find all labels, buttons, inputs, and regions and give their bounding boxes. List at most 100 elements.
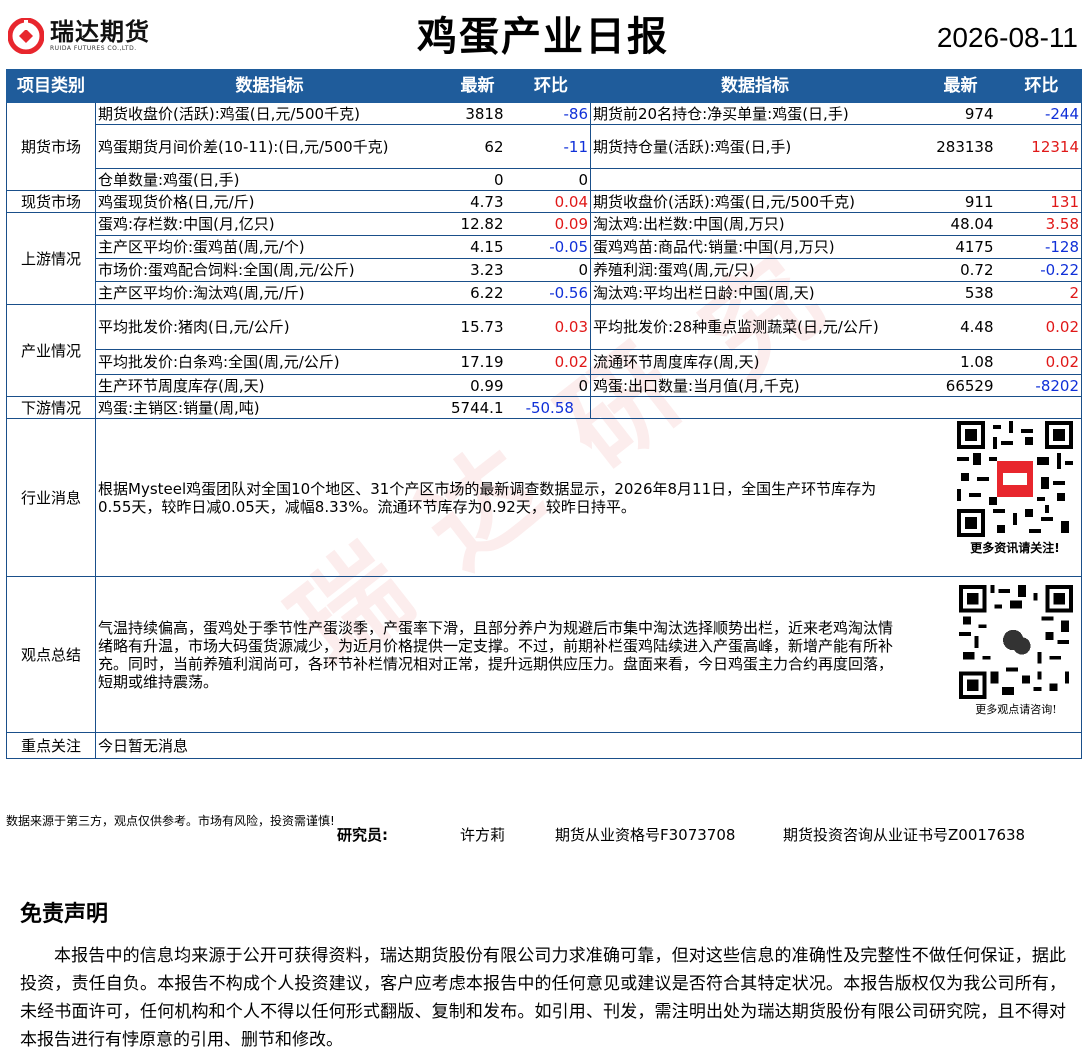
col-header-category: 项目类别 [6,69,96,103]
table-row: 市场价:蛋鸡配合饲料:全国(周,元/公斤) 3.23 0 养殖利润:蛋鸡(周,元… [7,258,1082,282]
indicator-label: 市场价:蛋鸡配合饲料:全国(周,元/公斤) [95,258,444,282]
indicator-label: 蛋鸡鸡苗:商品代:销量:中国(月,万只) [590,235,920,259]
data-table: 项目类别 数据指标 最新 环比 数据指标 最新 环比 期货市场 期货收盘价(活跃… [6,69,1082,759]
disclaimer-body: 本报告中的信息均来源于公开可获得资料，瑞达期货股份有限公司力求准确可靠，但对这些… [20,946,1066,1050]
indicator-label: 淘汰鸡:出栏数:中国(周,万只) [590,212,920,236]
table-row: 仓单数量:鸡蛋(日,手) 0 0 [7,168,1082,191]
change-value: 0.02 [1001,304,1082,350]
researcher-label: 研究员: [337,826,388,844]
indicator-label: 生产环节周度库存(周,天) [95,374,444,397]
table-row: 期货市场 期货收盘价(活跃):鸡蛋(日,元/500千克) 3818 -86 期货… [6,102,1082,191]
indicator-label: 淘汰鸡:平均出栏日龄:中国(周,天) [590,281,920,305]
indicator-label: 期货收盘价(活跃):鸡蛋(日,元/500千克) [95,102,444,125]
news-qr-caption: 更多资讯请关注! [970,541,1060,555]
latest-value [919,168,1002,191]
table-row: 主产区平均价:蛋鸡苗(周,元/个) 4.15 -0.05 蛋鸡鸡苗:商品代:销量… [7,235,1082,259]
col-header-change: 环比 [1001,69,1082,103]
indicator-label: 平均批发价:白条鸡:全国(周,元/公斤) [95,349,444,375]
change-value: -86 [511,102,591,125]
latest-value: 6.22 [443,281,512,305]
indicator-label: 鸡蛋现货价格(日,元/斤) [95,190,444,213]
category-focus: 重点关注 [6,732,96,759]
latest-value: 17.19 [443,349,512,375]
change-value: -50.58 [511,396,591,419]
category-downstream: 下游情况 [6,396,96,419]
latest-value: 0.72 [919,258,1002,282]
change-value: 0.04 [511,190,591,213]
col-header-indicator: 数据指标 [95,69,444,103]
latest-value: 0.99 [443,374,512,397]
latest-value: 3.23 [443,258,512,282]
col-header-indicator: 数据指标 [590,69,920,103]
change-value: 0 [511,258,591,282]
indicator-label: 养殖利润:蛋鸡(周,元/只) [590,258,920,282]
indicator-label [590,168,920,191]
change-value: 0 [511,168,591,191]
indicator-label: 流通环节周度库存(周,天) [590,349,920,375]
indicator-label: 鸡蛋期货月间价差(10-11):(日,元/500千克) [95,124,444,169]
table-row: 上游情况 蛋鸡:存栏数:中国(月,亿只) 12.82 0.09 淘汰鸡:出栏数:… [6,212,1082,305]
change-value [1001,396,1082,419]
latest-value: 1.08 [919,349,1002,375]
table-row: 鸡蛋期货月间价差(10-11):(日,元/500千克) 62 -11 期货持仓量… [7,124,1082,169]
table-header-row: 项目类别 数据指标 最新 环比 数据指标 最新 环比 [6,69,1082,103]
change-value: 0.02 [511,349,591,375]
report-title: 鸡蛋产业日报 [417,14,669,60]
category-view: 观点总结 [6,576,96,733]
latest-value: 911 [919,190,1002,213]
view-qr-caption: 更多观点请咨询! [975,703,1057,716]
change-value: -244 [1001,102,1082,125]
view-text: 气温持续偏高，蛋鸡处于季节性产蛋淡季，产蛋率下滑，且部分养户为规避后市集中淘汰选… [98,618,894,691]
latest-value: 3818 [443,102,512,125]
indicator-label: 仓单数量:鸡蛋(日,手) [95,168,444,191]
news-cell: 根据Mysteel鸡蛋团队对全国10个地区、31个产区市场的最新调查数据显示，2… [95,418,1082,577]
latest-value: 62 [443,124,512,169]
table-row: 生产环节周度库存(周,天) 0.99 0 鸡蛋:出口数量:当月值(月,千克) 6… [7,374,1082,397]
change-value: 3.58 [1001,212,1082,236]
latest-value: 12.82 [443,212,512,236]
view-cell: 气温持续偏高，蛋鸡处于季节性产蛋淡季，产蛋率下滑，且部分养户为规避后市集中淘汰选… [95,576,1082,733]
focus-row: 重点关注 今日暂无消息 [6,732,1082,759]
latest-value: 15.73 [443,304,512,350]
col-header-change: 环比 [511,69,591,103]
table-row: 产业情况 平均批发价:猪肉(日,元/公斤) 15.73 0.03 平均批发价:2… [6,304,1082,397]
indicator-label: 期货持仓量(活跃):鸡蛋(日,手) [590,124,920,169]
indicator-label: 鸡蛋:主销区:销量(周,吨) [95,396,444,419]
table-row: 平均批发价:白条鸡:全国(周,元/公斤) 17.19 0.02 流通环节周度库存… [7,349,1082,375]
indicator-label: 主产区平均价:淘汰鸡(周,元/斤) [95,281,444,305]
view-row: 观点总结 气温持续偏高，蛋鸡处于季节性产蛋淡季，产蛋率下滑，且部分养户为规避后市… [6,576,1082,733]
indicator-label: 蛋鸡:存栏数:中国(月,亿只) [95,212,444,236]
change-value: 0.09 [511,212,591,236]
latest-value: 4.73 [443,190,512,213]
change-value: -128 [1001,235,1082,259]
indicator-label: 主产区平均价:蛋鸡苗(周,元/个) [95,235,444,259]
change-value: -0.05 [511,235,591,259]
latest-value: 48.04 [919,212,1002,236]
news-qr-block: 更多资讯请关注! [957,421,1073,557]
qr-code-icon [959,585,1073,699]
category-futures: 期货市场 [6,102,96,191]
latest-value: 4.15 [443,235,512,259]
category-news: 行业消息 [6,418,96,577]
view-qr-block: 更多观点请咨询! [959,585,1073,719]
qr-code-icon [957,421,1073,537]
news-text: 根据Mysteel鸡蛋团队对全国10个地区、31个产区市场的最新调查数据显示，2… [98,479,877,516]
report-date: 2026-08-11 [936,22,1078,53]
change-value: 0.02 [1001,349,1082,375]
news-row: 行业消息 根据Mysteel鸡蛋团队对全国10个地区、31个产区市场的最新调查数… [6,418,1082,577]
latest-value: 283138 [919,124,1002,169]
table-row: 主产区平均价:淘汰鸡(周,元/斤) 6.22 -0.56 淘汰鸡:平均出栏日龄:… [7,281,1082,305]
change-value: -0.56 [511,281,591,305]
indicator-label: 鸡蛋:出口数量:当月值(月,千克) [590,374,920,397]
latest-value: 4175 [919,235,1002,259]
change-value: -11 [511,124,591,169]
change-value: -8202 [1001,374,1082,397]
latest-value: 0 [443,168,512,191]
change-value: 0 [511,374,591,397]
change-value: 0.03 [511,304,591,350]
indicator-label: 期货收盘价(活跃):鸡蛋(日,元/500千克) [590,190,920,213]
category-spot: 现货市场 [6,190,96,213]
data-source-note: 数据来源于第三方，观点仅供参考。市场有风险，投资需谨慎! [6,814,335,828]
disclaimer-title: 免责声明 [20,902,109,927]
category-upstream: 上游情况 [6,212,96,305]
